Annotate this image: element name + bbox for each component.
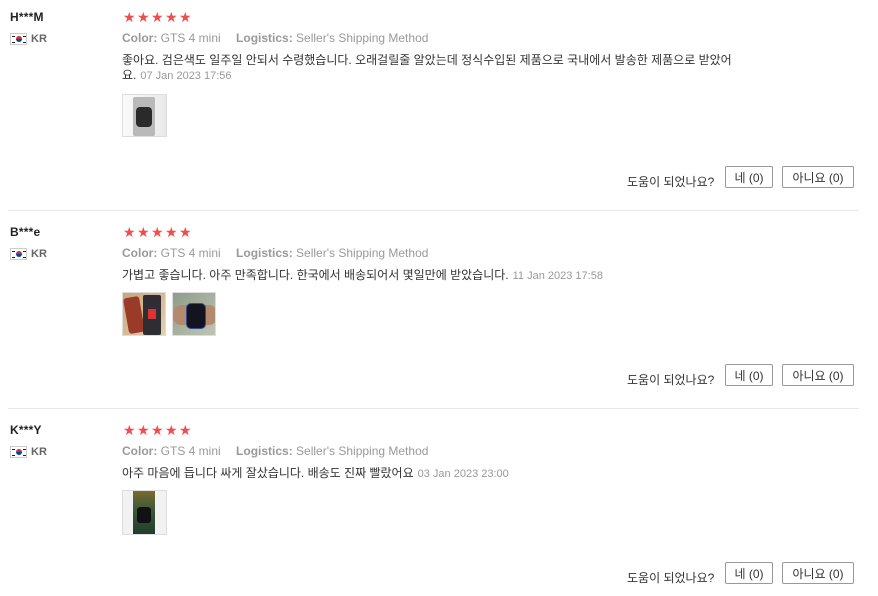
helpful-no-button[interactable]: 아니요 (0) <box>782 166 854 188</box>
logistics-value: Seller's Shipping Method <box>296 246 429 260</box>
review-meta: Color: GTS 4 mini Logistics: Seller's Sh… <box>122 246 428 260</box>
helpful-yes-button[interactable]: 네 (0) <box>725 166 773 188</box>
star-rating: ★ ★ ★ ★ ★ <box>123 10 193 24</box>
color-label: Color: <box>122 444 158 458</box>
star-icon: ★ <box>151 422 164 438</box>
reviewer-name: K***Y <box>10 423 42 437</box>
logistics-label: Logistics: <box>236 444 293 458</box>
review-text: 아주 마음에 듭니다 싸게 잘샀습니다. 배송도 진짜 빨랐어요 03 Jan 2… <box>122 466 772 482</box>
review-meta: Color: GTS 4 mini Logistics: Seller's Sh… <box>122 444 428 458</box>
reviewer-country: KR <box>10 446 47 458</box>
reviewer-name: H***M <box>10 10 44 24</box>
color-value: GTS 4 mini <box>160 31 221 45</box>
star-icon: ★ <box>123 9 136 25</box>
logistics-label: Logistics: <box>236 246 293 260</box>
logistics-label: Logistics: <box>236 31 293 45</box>
review-meta: Color: GTS 4 mini Logistics: Seller's Sh… <box>122 31 428 45</box>
star-icon: ★ <box>179 9 192 25</box>
star-icon: ★ <box>123 422 136 438</box>
helpful-yes-button[interactable]: 네 (0) <box>725 364 773 386</box>
star-icon: ★ <box>151 9 164 25</box>
color-label: Color: <box>122 31 158 45</box>
helpful-question: 도움이 되었나요? <box>627 571 715 585</box>
logistics-value: Seller's Shipping Method <box>296 31 429 45</box>
review-divider <box>8 408 859 409</box>
star-icon: ★ <box>123 224 136 240</box>
kr-flag-icon <box>10 248 27 260</box>
logistics-value: Seller's Shipping Method <box>296 444 429 458</box>
kr-flag-icon <box>10 446 27 458</box>
review-divider <box>8 210 859 211</box>
star-icon: ★ <box>137 9 150 25</box>
review-photos <box>122 292 216 336</box>
review-text-line: 가볍고 좋습니다. 아주 만족합니다. 한국에서 배송되어서 몇일만에 받았습니… <box>122 268 509 282</box>
review-date: 03 Jan 2023 23:00 <box>417 468 509 480</box>
star-icon: ★ <box>179 224 192 240</box>
star-icon: ★ <box>165 422 178 438</box>
country-code: KR <box>31 33 47 45</box>
helpful-question: 도움이 되었나요? <box>627 373 715 387</box>
kr-flag-icon <box>10 33 27 45</box>
star-icon: ★ <box>137 224 150 240</box>
review-text: 좋아요. 검은색도 일주일 안되서 수령했습니다. 오래걸릴줄 알았는데 정식수… <box>122 53 772 84</box>
helpful-question: 도움이 되었나요? <box>627 175 715 189</box>
star-rating: ★ ★ ★ ★ ★ <box>123 423 193 437</box>
review-photo[interactable] <box>122 94 167 137</box>
country-code: KR <box>31 446 47 458</box>
reviewer-name: B***e <box>10 225 41 239</box>
star-rating: ★ ★ ★ ★ ★ <box>123 225 193 239</box>
review-photos <box>122 490 167 535</box>
star-icon: ★ <box>179 422 192 438</box>
review-photo[interactable] <box>122 490 167 535</box>
star-icon: ★ <box>165 9 178 25</box>
reviewer-country: KR <box>10 33 47 45</box>
star-icon: ★ <box>151 224 164 240</box>
helpful-no-button[interactable]: 아니요 (0) <box>782 562 854 584</box>
star-icon: ★ <box>165 224 178 240</box>
reviewer-country: KR <box>10 248 47 260</box>
country-code: KR <box>31 248 47 260</box>
review-date: 07 Jan 2023 17:56 <box>140 70 232 82</box>
review-text-line: 아주 마음에 듭니다 싸게 잘샀습니다. 배송도 진짜 빨랐어요 <box>122 466 414 480</box>
review-text: 가볍고 좋습니다. 아주 만족합니다. 한국에서 배송되어서 몇일만에 받았습니… <box>122 268 772 284</box>
review-text-line: 좋아요. 검은색도 일주일 안되서 수령했습니다. 오래걸릴줄 알았는데 정식수… <box>122 53 732 67</box>
review-photos <box>122 94 167 137</box>
review-text-line: 요. <box>122 68 137 82</box>
review-photo[interactable] <box>122 292 166 336</box>
color-value: GTS 4 mini <box>160 444 221 458</box>
review-photo[interactable] <box>172 292 216 336</box>
star-icon: ★ <box>137 422 150 438</box>
helpful-yes-button[interactable]: 네 (0) <box>725 562 773 584</box>
helpful-no-button[interactable]: 아니요 (0) <box>782 364 854 386</box>
review-date: 11 Jan 2023 17:58 <box>512 270 603 282</box>
color-label: Color: <box>122 246 158 260</box>
color-value: GTS 4 mini <box>160 246 221 260</box>
